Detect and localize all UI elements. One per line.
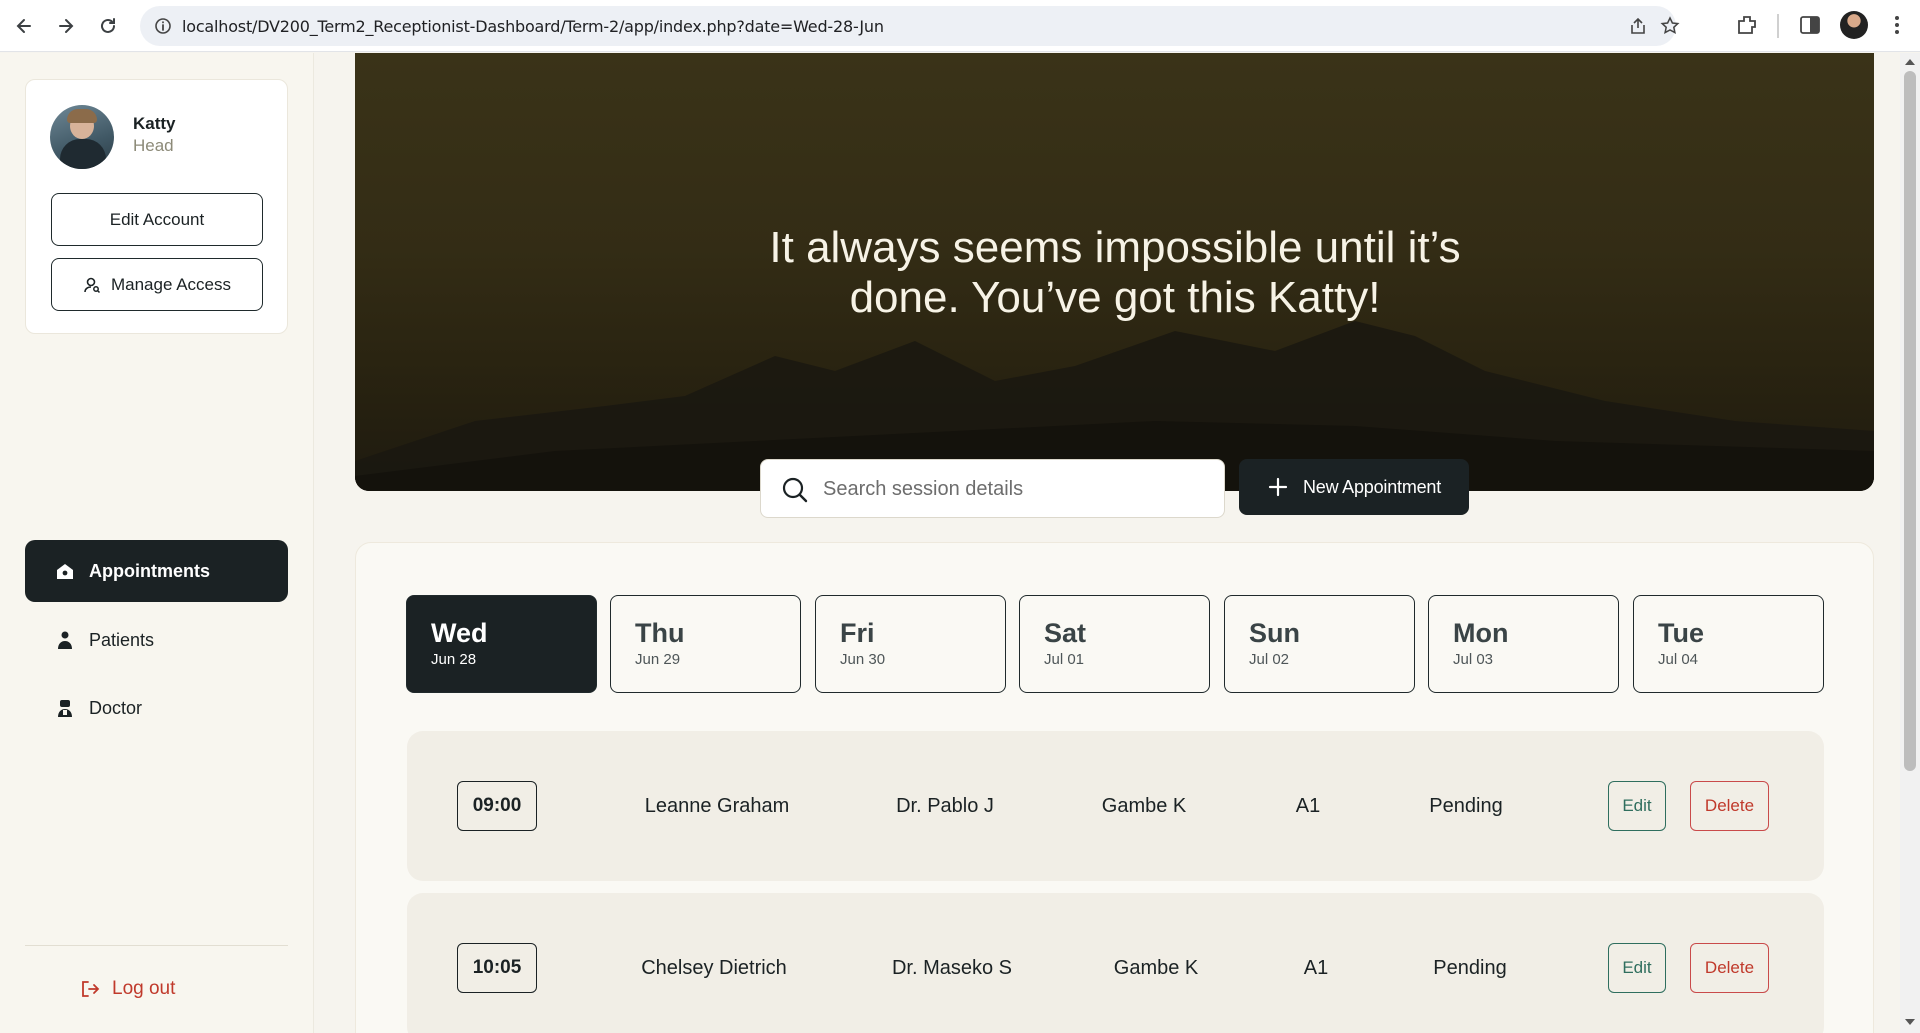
appointment-doctor: Dr. Pablo J bbox=[896, 795, 994, 817]
sidebar-item-appointments[interactable]: Appointments bbox=[25, 540, 288, 602]
dashboard-page: Katty Head Edit Account Manage Access Ap… bbox=[0, 53, 1900, 1033]
side-panel-icon[interactable] bbox=[1797, 12, 1823, 38]
manage-access-label: Manage Access bbox=[110, 274, 231, 294]
day-date: Jul 03 bbox=[1453, 651, 1494, 668]
new-appointment-button[interactable]: New Appointment bbox=[1239, 459, 1469, 515]
scrollbar-thumb[interactable] bbox=[1904, 71, 1916, 771]
site-info-icon[interactable] bbox=[154, 17, 172, 35]
url-text[interactable]: localhost/DV200_Term2_Receptionist-Dashb… bbox=[182, 17, 884, 36]
reload-icon[interactable] bbox=[94, 12, 122, 40]
appointment-row: 10:05 Chelsey Dietrich Dr. Maseko S Gamb… bbox=[407, 893, 1824, 1033]
share-icon[interactable] bbox=[1628, 16, 1648, 36]
extensions-icon[interactable] bbox=[1734, 12, 1760, 38]
toolbar-divider bbox=[1777, 14, 1779, 38]
delete-appointment-button[interactable]: Delete bbox=[1690, 943, 1769, 993]
appointment-receptionist: Gambe K bbox=[1101, 795, 1187, 817]
day-name: Fri bbox=[840, 618, 875, 648]
day-tab-fri[interactable]: Fri Jun 30 bbox=[815, 595, 1006, 693]
appointment-room: A1 bbox=[1303, 957, 1329, 979]
day-tab-tue[interactable]: Tue Jul 04 bbox=[1633, 595, 1824, 693]
more-menu-icon[interactable] bbox=[1884, 12, 1910, 38]
day-date: Jun 30 bbox=[840, 651, 886, 668]
user-icon bbox=[58, 631, 72, 649]
day-tab-wed[interactable]: Wed Jun 28 bbox=[406, 595, 597, 693]
sidebar: Katty Head Edit Account Manage Access Ap… bbox=[0, 53, 314, 1033]
appointment-room: A1 bbox=[1295, 795, 1321, 817]
sidebar-item-doctor[interactable]: Doctor bbox=[25, 677, 288, 739]
address-bar[interactable]: localhost/DV200_Term2_Receptionist-Dashb… bbox=[140, 6, 1680, 46]
search-input[interactable] bbox=[823, 474, 1208, 504]
user-role: Head bbox=[133, 136, 174, 155]
day-name: Wed bbox=[431, 618, 488, 648]
search-icon bbox=[782, 477, 808, 503]
forward-icon[interactable] bbox=[52, 12, 80, 40]
appointment-status: Pending bbox=[1429, 795, 1503, 817]
appointment-patient: Chelsey Dietrich bbox=[641, 957, 787, 979]
appointment-patient: Leanne Graham bbox=[644, 795, 790, 817]
day-date: Jul 01 bbox=[1044, 651, 1085, 668]
day-name: Mon bbox=[1453, 618, 1509, 648]
day-date: Jun 29 bbox=[635, 651, 681, 668]
user-name: Katty bbox=[133, 114, 176, 133]
back-icon[interactable] bbox=[10, 12, 38, 40]
manage-access-button[interactable]: Manage Access bbox=[51, 258, 263, 311]
appointment-doctor: Dr. Maseko S bbox=[891, 957, 1013, 979]
home-icon bbox=[57, 564, 73, 579]
scroll-up-arrow-icon[interactable] bbox=[1905, 59, 1915, 65]
profile-card: Katty Head Edit Account Manage Access bbox=[25, 79, 288, 334]
appointment-row: 09:00 Leanne Graham Dr. Pablo J Gambe K … bbox=[407, 731, 1824, 881]
browser-toolbar: localhost/DV200_Term2_Receptionist-Dashb… bbox=[0, 0, 1920, 52]
day-date: Jun 28 bbox=[431, 651, 477, 668]
doctor-icon bbox=[58, 700, 72, 717]
search-box[interactable] bbox=[760, 459, 1225, 518]
day-date: Jul 04 bbox=[1658, 651, 1699, 668]
plus-icon bbox=[1268, 477, 1288, 497]
edit-account-button[interactable]: Edit Account bbox=[51, 193, 263, 246]
day-name: Sun bbox=[1249, 618, 1300, 648]
logout-label: Log out bbox=[112, 978, 176, 999]
edit-appointment-button[interactable]: Edit bbox=[1608, 943, 1666, 993]
new-appointment-label: New Appointment bbox=[1302, 476, 1442, 497]
browser-profile-avatar[interactable] bbox=[1840, 11, 1868, 39]
edit-appointment-button[interactable]: Edit bbox=[1608, 781, 1666, 831]
bookmark-star-icon[interactable] bbox=[1660, 16, 1680, 36]
appointment-time: 10:05 bbox=[457, 943, 537, 993]
hero-banner: It always seems impossible until it’s do… bbox=[355, 53, 1874, 491]
sidebar-item-label: Doctor bbox=[89, 697, 143, 718]
appointments-panel: Wed Jun 28 Thu Jun 29 Fri Jun 30 Sat Jul… bbox=[355, 542, 1874, 1033]
day-tab-sat[interactable]: Sat Jul 01 bbox=[1019, 595, 1210, 693]
motivational-quote: It always seems impossible until it’s do… bbox=[769, 223, 1461, 322]
logout-icon bbox=[82, 981, 100, 997]
page-scrollbar[interactable] bbox=[1900, 53, 1920, 1033]
sidebar-item-label: Appointments bbox=[89, 560, 210, 581]
appointment-receptionist: Gambe K bbox=[1113, 957, 1199, 979]
day-name: Thu bbox=[635, 618, 685, 648]
sidebar-item-label: Patients bbox=[89, 629, 155, 650]
day-name: Tue bbox=[1658, 618, 1704, 648]
user-search-icon bbox=[84, 277, 101, 293]
day-tab-sun[interactable]: Sun Jul 02 bbox=[1224, 595, 1415, 693]
delete-appointment-button[interactable]: Delete bbox=[1690, 781, 1769, 831]
sidebar-item-patients[interactable]: Patients bbox=[25, 609, 288, 671]
day-tab-mon[interactable]: Mon Jul 03 bbox=[1428, 595, 1619, 693]
avatar bbox=[50, 105, 114, 169]
logout-button[interactable]: Log out bbox=[80, 978, 175, 1000]
appointment-time: 09:00 bbox=[457, 781, 537, 831]
day-name: Sat bbox=[1044, 618, 1087, 648]
day-date: Jul 02 bbox=[1249, 651, 1290, 668]
edit-account-label: Edit Account bbox=[109, 209, 205, 229]
scroll-down-arrow-icon[interactable] bbox=[1905, 1019, 1915, 1025]
day-tab-thu[interactable]: Thu Jun 29 bbox=[610, 595, 801, 693]
sidebar-divider bbox=[25, 945, 288, 946]
appointment-status: Pending bbox=[1433, 957, 1507, 979]
